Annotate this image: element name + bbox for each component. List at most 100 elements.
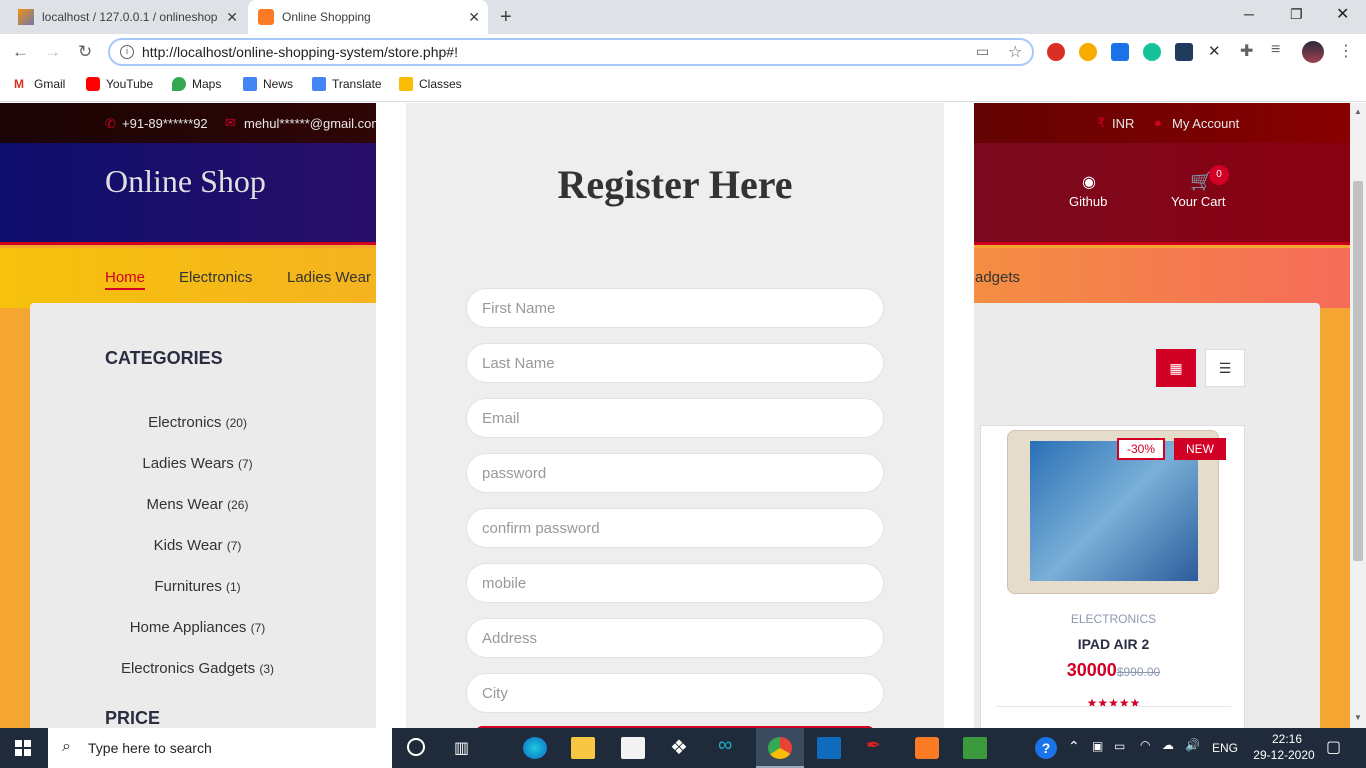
category-item[interactable]: Home Appliances (7) xyxy=(90,619,305,636)
back-icon[interactable]: ← xyxy=(12,42,29,62)
nav-ladies-wear[interactable]: Ladies Wear xyxy=(287,269,371,286)
nav-gadgets[interactable]: adgets xyxy=(975,269,1020,286)
email-input[interactable]: Email xyxy=(466,398,884,438)
product-card[interactable]: -30% NEW ELECTRONICS IPAD AIR 2 30000$99… xyxy=(980,425,1245,728)
volume-icon[interactable]: 🔊 xyxy=(1185,738,1200,752)
mute-icon[interactable]: ✕ xyxy=(1208,42,1221,60)
windows-start-icon[interactable] xyxy=(15,740,31,756)
category-item[interactable]: Mens Wear (26) xyxy=(90,496,305,513)
category-item[interactable]: Kids Wear (7) xyxy=(90,537,305,554)
bookmark-translate[interactable]: Translate xyxy=(312,77,382,91)
battery-icon[interactable]: ▭ xyxy=(1114,739,1125,753)
notifications-icon[interactable]: ▢ xyxy=(1326,737,1341,757)
tab-phpmyadmin[interactable]: localhost / 127.0.0.1 / onlineshop ✕ xyxy=(8,0,246,34)
close-tab-icon[interactable]: ✕ xyxy=(468,9,480,26)
bookmark-classes[interactable]: Classes xyxy=(399,77,462,91)
page-scrollbar[interactable]: ▲ ▼ xyxy=(1350,103,1366,728)
search-icon: ⌕ xyxy=(62,738,71,755)
clock-time[interactable]: 22:16 xyxy=(1262,732,1312,746)
nav-home[interactable]: Home xyxy=(105,269,146,290)
github-icon[interactable]: ◉ xyxy=(1082,172,1096,192)
category-item[interactable]: Ladies Wears (7) xyxy=(90,455,305,472)
restore-icon[interactable]: ❐ xyxy=(1290,6,1303,23)
grid-view-button[interactable]: ▦ xyxy=(1156,349,1196,387)
arduino-icon[interactable]: ∞ xyxy=(718,734,742,756)
product-name[interactable]: IPAD AIR 2 xyxy=(981,636,1246,652)
list-icon: ☰ xyxy=(1218,360,1232,376)
edge-icon[interactable] xyxy=(523,737,547,759)
site-logo[interactable]: Online Shop xyxy=(105,163,266,200)
register-modal: Register Here First Name Last Name Email… xyxy=(406,103,944,728)
chrome-icon[interactable] xyxy=(768,737,792,759)
tab-online-shopping[interactable]: Online Shopping ✕ xyxy=(248,0,488,34)
taskbar-search[interactable]: ⌕ Type here to search xyxy=(48,728,392,768)
extension-dark-icon[interactable] xyxy=(1175,43,1193,61)
xampp-taskbar-icon[interactable] xyxy=(915,737,939,759)
menu-kebab-icon[interactable]: ⋮ xyxy=(1338,41,1354,61)
minimize-icon[interactable]: ─ xyxy=(1244,6,1254,22)
language-indicator[interactable]: ENG xyxy=(1212,741,1238,755)
profile-avatar-icon[interactable] xyxy=(1302,41,1324,63)
scroll-up-icon[interactable]: ▲ xyxy=(1354,107,1362,116)
dropbox-icon[interactable]: ❖ xyxy=(670,735,694,759)
help-icon[interactable]: ? xyxy=(1035,737,1057,759)
category-item[interactable]: Furnitures (1) xyxy=(90,578,305,595)
cart-link[interactable]: Your Cart xyxy=(1171,194,1225,209)
extension-copy-icon[interactable] xyxy=(1111,43,1129,61)
forward-icon[interactable]: → xyxy=(44,42,61,62)
bookmark-star-icon[interactable]: ☆ xyxy=(1008,42,1022,62)
address-input[interactable]: Address xyxy=(466,618,884,658)
bookmark-news[interactable]: News xyxy=(243,77,293,91)
register-modal-overlay: Register Here First Name Last Name Email… xyxy=(376,103,974,728)
tray-chevron-icon[interactable]: ⌃ xyxy=(1068,738,1080,755)
rating-stars-icon: ★★★★★ xyxy=(1086,696,1141,710)
file-explorer-icon[interactable] xyxy=(571,737,595,759)
list-view-button[interactable]: ☰ xyxy=(1205,349,1245,387)
mail-icon[interactable] xyxy=(817,737,841,759)
city-input[interactable]: City xyxy=(466,673,884,713)
last-name-input[interactable]: Last Name xyxy=(466,343,884,383)
cortana-icon[interactable] xyxy=(407,738,425,756)
bookmark-maps[interactable]: Maps xyxy=(172,77,221,91)
extension-red-icon[interactable] xyxy=(1047,43,1065,61)
first-name-input[interactable]: First Name xyxy=(466,288,884,328)
grammarly-icon[interactable] xyxy=(1143,43,1161,61)
tray-device-icon[interactable]: ▣ xyxy=(1092,739,1103,753)
currency-text[interactable]: INR xyxy=(1112,116,1134,131)
close-tab-icon[interactable]: ✕ xyxy=(226,9,238,26)
media-queue-icon[interactable]: ≡ xyxy=(1271,41,1280,59)
classroom-icon xyxy=(399,77,413,91)
onedrive-icon[interactable]: ☁ xyxy=(1162,738,1174,752)
search-placeholder: Type here to search xyxy=(88,740,212,756)
reload-icon[interactable]: ↻ xyxy=(78,42,92,62)
my-account-link[interactable]: My Account xyxy=(1172,116,1239,131)
address-bar[interactable]: i http://localhost/online-shopping-syste… xyxy=(108,38,1034,66)
cast-icon[interactable]: ▭ xyxy=(976,43,989,60)
notepad-plus-icon[interactable] xyxy=(963,737,987,759)
extensions-puzzle-icon[interactable]: ✚ xyxy=(1240,41,1253,61)
mobile-input[interactable]: mobile xyxy=(466,563,884,603)
wifi-icon[interactable]: ◠ xyxy=(1140,738,1150,752)
product-rating: ★★★★★ xyxy=(981,696,1246,710)
pen-tool-icon[interactable]: ✒ xyxy=(866,735,890,757)
info-icon[interactable]: i xyxy=(120,45,134,59)
email-text[interactable]: mehul******@gmail.com xyxy=(244,116,382,131)
clock-date[interactable]: 29-12-2020 xyxy=(1248,748,1320,762)
new-tab-icon[interactable]: + xyxy=(500,6,512,29)
store-icon[interactable] xyxy=(621,737,645,759)
category-item[interactable]: Electronics (20) xyxy=(90,414,305,431)
scrollbar-thumb[interactable] xyxy=(1353,181,1363,561)
bookmark-gmail[interactable]: M Gmail xyxy=(14,77,65,91)
category-item[interactable]: Electronics Gadgets (3) xyxy=(90,660,305,677)
close-window-icon[interactable]: ✕ xyxy=(1336,4,1349,24)
bookmark-youtube[interactable]: YouTube xyxy=(86,77,153,91)
browser-tab-strip: localhost / 127.0.0.1 / onlineshop ✕ Onl… xyxy=(0,0,1366,34)
confirm-password-input[interactable]: confirm password xyxy=(466,508,884,548)
github-link[interactable]: Github xyxy=(1069,194,1107,209)
nav-electronics[interactable]: Electronics xyxy=(179,269,252,286)
extension-avatar-icon[interactable] xyxy=(1079,43,1097,61)
scroll-down-icon[interactable]: ▼ xyxy=(1354,713,1362,722)
password-input[interactable]: password xyxy=(466,453,884,493)
task-view-icon[interactable]: ▥ xyxy=(454,738,469,758)
url-text: http://localhost/online-shopping-system/… xyxy=(142,44,458,60)
